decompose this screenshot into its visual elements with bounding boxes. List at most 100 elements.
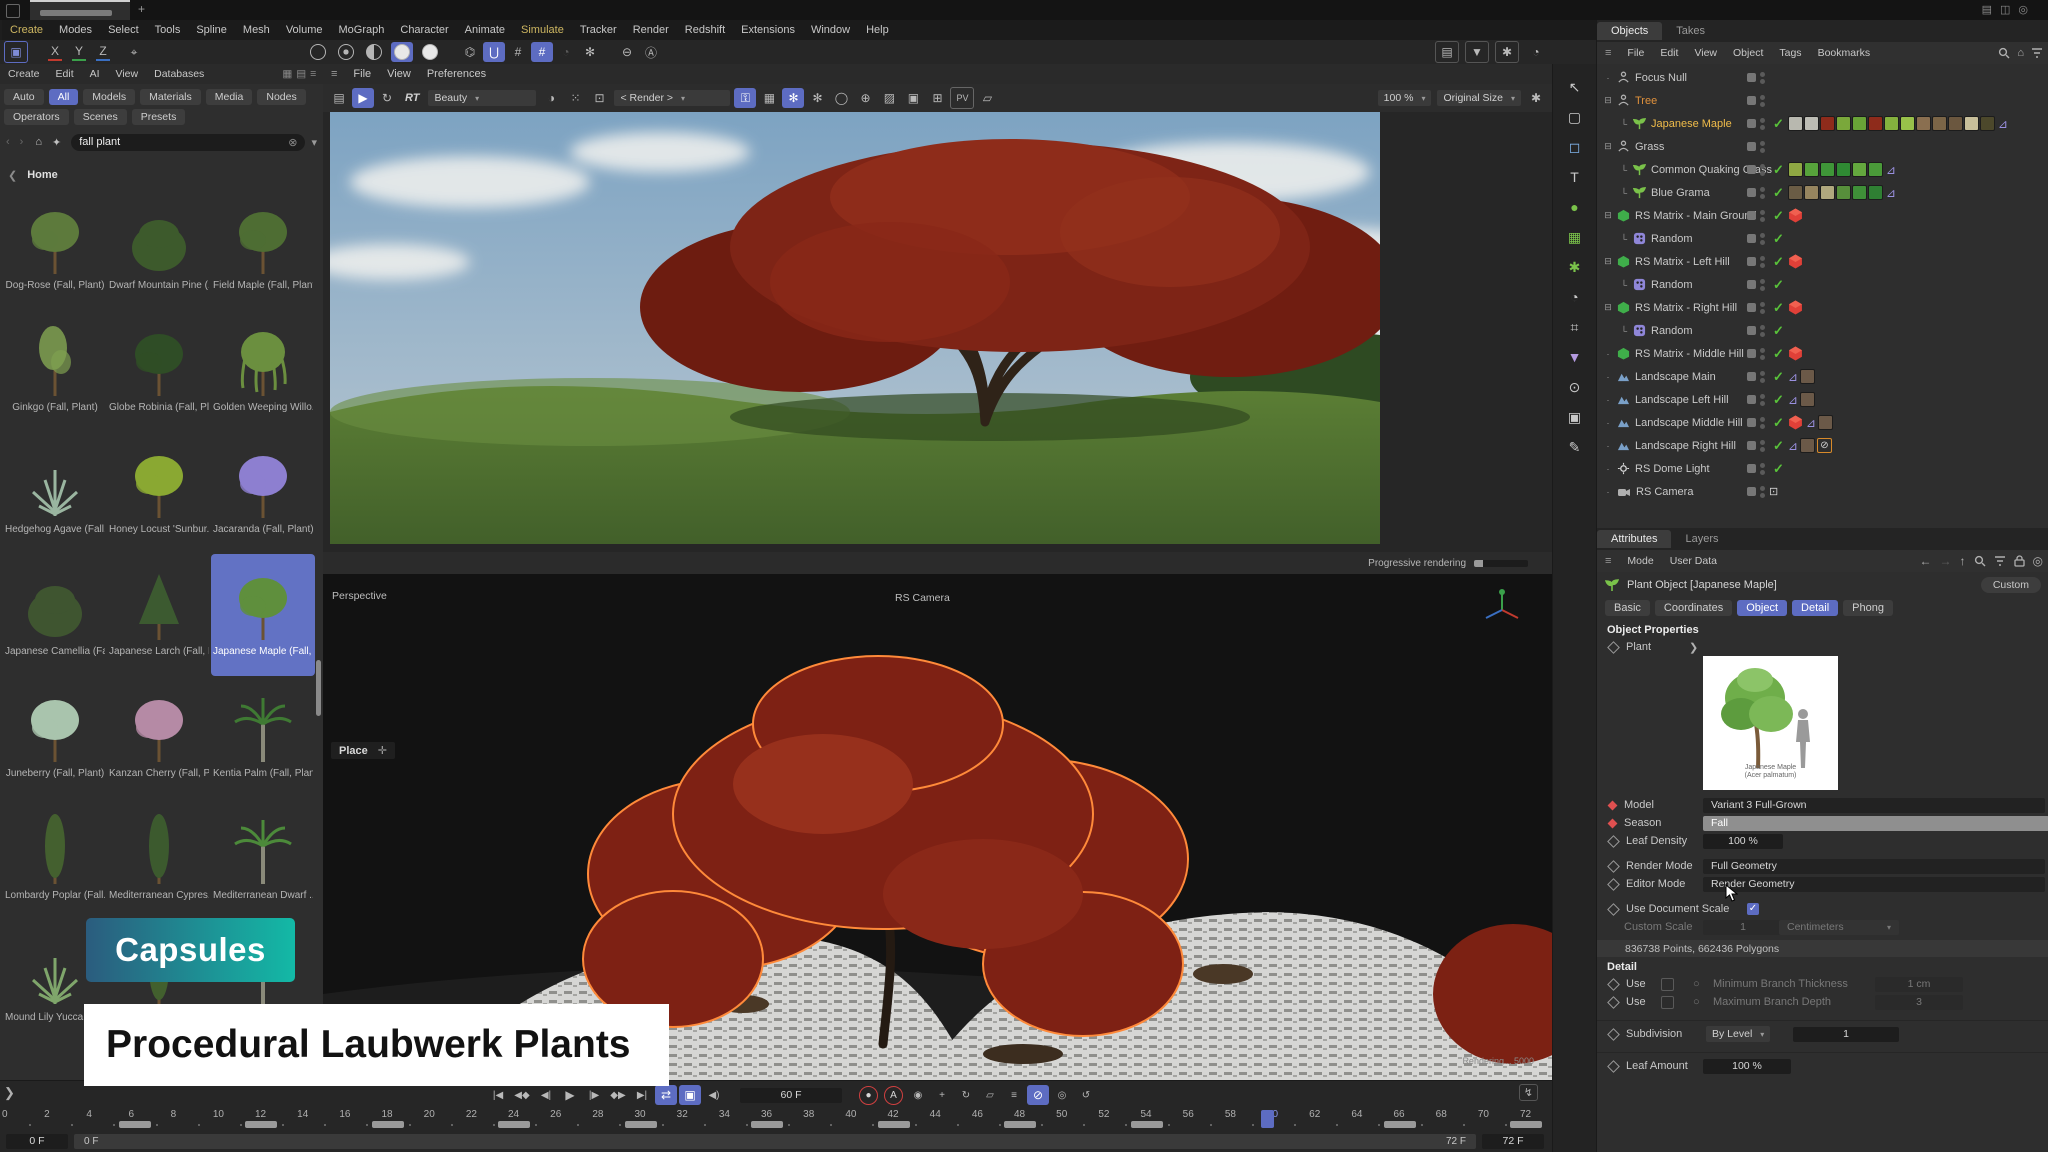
filter-chip-presets[interactable]: Presets: [132, 109, 186, 125]
material-swatch[interactable]: [1900, 116, 1915, 131]
flag-tag-icon[interactable]: ⊿: [1788, 370, 1798, 384]
material-swatch[interactable]: [1788, 162, 1803, 177]
snapshot-g-icon[interactable]: ✻: [806, 88, 828, 108]
expand-toggle[interactable]: ⊟: [1601, 256, 1615, 267]
material-swatch[interactable]: [1820, 185, 1835, 200]
max-branch-checkbox[interactable]: [1661, 996, 1674, 1009]
dot-top[interactable]: [1760, 371, 1765, 376]
material-swatch[interactable]: [1948, 116, 1963, 131]
dot-bottom[interactable]: [1760, 148, 1765, 153]
om-menu-tags[interactable]: Tags: [1771, 47, 1809, 59]
asset-item[interactable]: Japanese Camellia (Fal...: [3, 554, 107, 676]
dot-top[interactable]: [1760, 394, 1765, 399]
render-view-button[interactable]: ▤: [1435, 41, 1459, 63]
object-row[interactable]: └Common Quaking Grass✓⊿: [1597, 158, 2048, 181]
axis-gizmo[interactable]: [1480, 588, 1524, 632]
dot-bottom[interactable]: [1760, 286, 1765, 291]
asset-item[interactable]: Field Maple (Fall, Plant): [211, 188, 315, 310]
attr-tab-object[interactable]: Object: [1737, 600, 1787, 616]
prev-key-button[interactable]: ◀◆: [511, 1085, 533, 1105]
menu-select[interactable]: Select: [100, 24, 147, 36]
axis-y-button[interactable]: Y: [68, 42, 90, 62]
menu-window[interactable]: Window: [803, 24, 858, 36]
refresh-icon[interactable]: ↻: [376, 88, 398, 108]
dot-top[interactable]: [1760, 141, 1765, 146]
lock-icon[interactable]: ⚿: [734, 88, 756, 108]
material-swatch[interactable]: [1884, 116, 1899, 131]
object-row[interactable]: └Random✓: [1597, 227, 2048, 250]
camera-label[interactable]: RS Camera: [895, 592, 950, 604]
start-frame-field[interactable]: 0 F: [6, 1134, 68, 1149]
flag-tag-icon[interactable]: ⊿: [1788, 393, 1798, 407]
record-button[interactable]: ●: [859, 1086, 878, 1105]
timeline-ruler[interactable]: 0246810121416182022242628303234363840424…: [0, 1108, 1552, 1130]
bookmark-icon[interactable]: ▾: [311, 136, 317, 149]
page-icon[interactable]: ▱: [976, 88, 998, 108]
end-frame-field[interactable]: 72 F: [1482, 1134, 1544, 1149]
ab-view-icons[interactable]: ▦▤≡: [282, 68, 320, 80]
dot-bottom[interactable]: [1760, 493, 1765, 498]
rgb-channel-icon[interactable]: ◑: [540, 88, 562, 108]
forward-icon[interactable]: ›: [20, 136, 24, 148]
play-button[interactable]: ▶: [559, 1085, 581, 1105]
sound-button[interactable]: ◀): [703, 1085, 725, 1105]
at-lock-icon[interactable]: [2014, 555, 2025, 567]
dot-top[interactable]: [1760, 440, 1765, 445]
om-menu-file[interactable]: File: [1619, 47, 1652, 59]
add-image-icon[interactable]: ⊞: [926, 88, 948, 108]
visibility-toggles[interactable]: [1747, 462, 1769, 476]
material-swatch[interactable]: [1932, 116, 1947, 131]
material-swatch[interactable]: [1804, 116, 1819, 131]
menu-tools[interactable]: Tools: [147, 24, 189, 36]
filter-chip-models[interactable]: Models: [83, 89, 135, 105]
object-row[interactable]: └Random✓: [1597, 319, 2048, 342]
material-swatch[interactable]: [1820, 116, 1835, 131]
layer-toggle[interactable]: [1747, 303, 1756, 312]
ab-menu-databases[interactable]: Databases: [146, 68, 212, 80]
visibility-toggles[interactable]: [1747, 370, 1769, 384]
menu-extensions[interactable]: Extensions: [733, 24, 803, 36]
dot-top[interactable]: [1760, 164, 1765, 169]
flag-tag-icon[interactable]: ⊿: [1806, 416, 1816, 430]
asset-item[interactable]: Juneberry (Fall, Plant): [3, 676, 107, 798]
gear-tool-icon[interactable]: ✱: [1558, 252, 1592, 282]
dot-top[interactable]: [1760, 348, 1765, 353]
attr-tab-phong[interactable]: Phong: [1843, 600, 1893, 616]
autokey-button[interactable]: A: [884, 1086, 903, 1105]
grid9-icon[interactable]: ▦: [758, 88, 780, 108]
visibility-toggles[interactable]: [1747, 94, 1769, 108]
expand-toggle[interactable]: ⊟: [1601, 95, 1615, 106]
material-swatch[interactable]: [1868, 116, 1883, 131]
om-home-icon[interactable]: ⌂: [2017, 47, 2024, 59]
material-swatch[interactable]: [1818, 415, 1833, 430]
asset-item[interactable]: Japanese Larch (Fall, Pl...: [107, 554, 211, 676]
axis-gear-icon[interactable]: ⌬: [459, 42, 481, 62]
visibility-toggles[interactable]: [1747, 439, 1769, 453]
dot-top[interactable]: [1760, 302, 1765, 307]
object-row[interactable]: ⊟RS Matrix - Left Hill✓: [1597, 250, 2048, 273]
dot-bottom[interactable]: [1760, 470, 1765, 475]
dot-top[interactable]: [1760, 279, 1765, 284]
layer-toggle[interactable]: [1747, 142, 1756, 151]
material-swatch[interactable]: [1800, 438, 1815, 453]
user-icon[interactable]: ◎: [2018, 3, 2028, 16]
dot-top[interactable]: [1760, 210, 1765, 215]
asset-item[interactable]: Dwarf Mountain Pine (...: [107, 188, 211, 310]
menu-help[interactable]: Help: [858, 24, 897, 36]
key-scale-button[interactable]: ▱: [979, 1085, 1001, 1105]
layer-toggle[interactable]: [1747, 96, 1756, 105]
material-swatch[interactable]: [1800, 392, 1815, 407]
dot-top[interactable]: [1760, 463, 1765, 468]
ab-menu-view[interactable]: View: [108, 68, 147, 80]
material-swatch[interactable]: [1836, 185, 1851, 200]
dot-bottom[interactable]: [1760, 217, 1765, 222]
layer-toggle[interactable]: [1747, 280, 1756, 289]
play-render-icon[interactable]: ▶: [352, 88, 374, 108]
at-menu-user-data[interactable]: User Data: [1662, 555, 1725, 567]
dot-bottom[interactable]: [1760, 125, 1765, 130]
render-to-pv-button[interactable]: ▼: [1465, 41, 1489, 63]
material-swatch[interactable]: [1788, 116, 1803, 131]
om-menu-edit[interactable]: Edit: [1652, 47, 1686, 59]
redshift-tag-icon[interactable]: [1788, 415, 1803, 430]
key-rotation-button[interactable]: ↻: [955, 1085, 977, 1105]
